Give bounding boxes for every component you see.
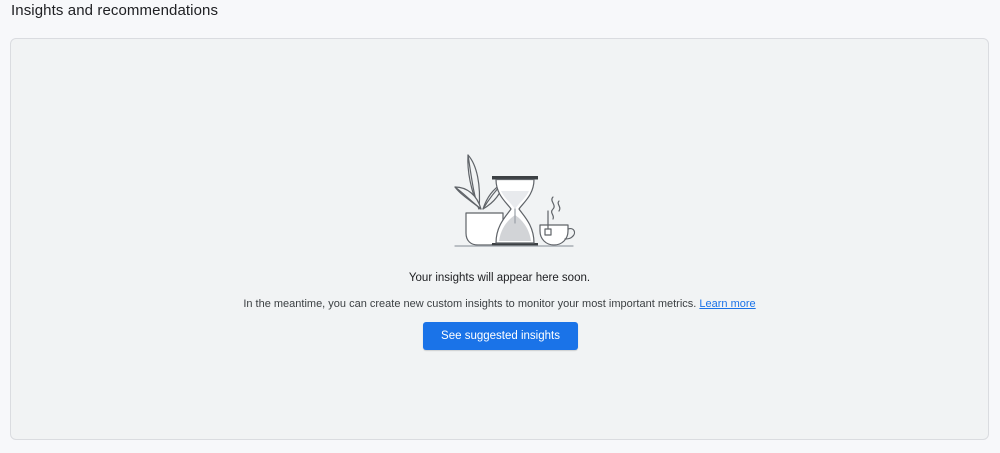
- hourglass-plant-tea-illustration-icon: [454, 154, 576, 247]
- empty-state-description-line: In the meantime, you can create new cust…: [11, 297, 988, 311]
- see-suggested-insights-button[interactable]: See suggested insights: [423, 322, 578, 350]
- empty-state-headline: Your insights will appear here soon.: [408, 272, 591, 284]
- insights-empty-state-card: Your insights will appear here soon. In …: [10, 38, 989, 440]
- learn-more-link[interactable]: Learn more: [699, 298, 755, 310]
- section-title: Insights and recommendations: [11, 2, 219, 19]
- insights-page: Insights and recommendations Your insigh…: [0, 0, 1000, 453]
- empty-state-description: In the meantime, you can create new cust…: [243, 298, 697, 310]
